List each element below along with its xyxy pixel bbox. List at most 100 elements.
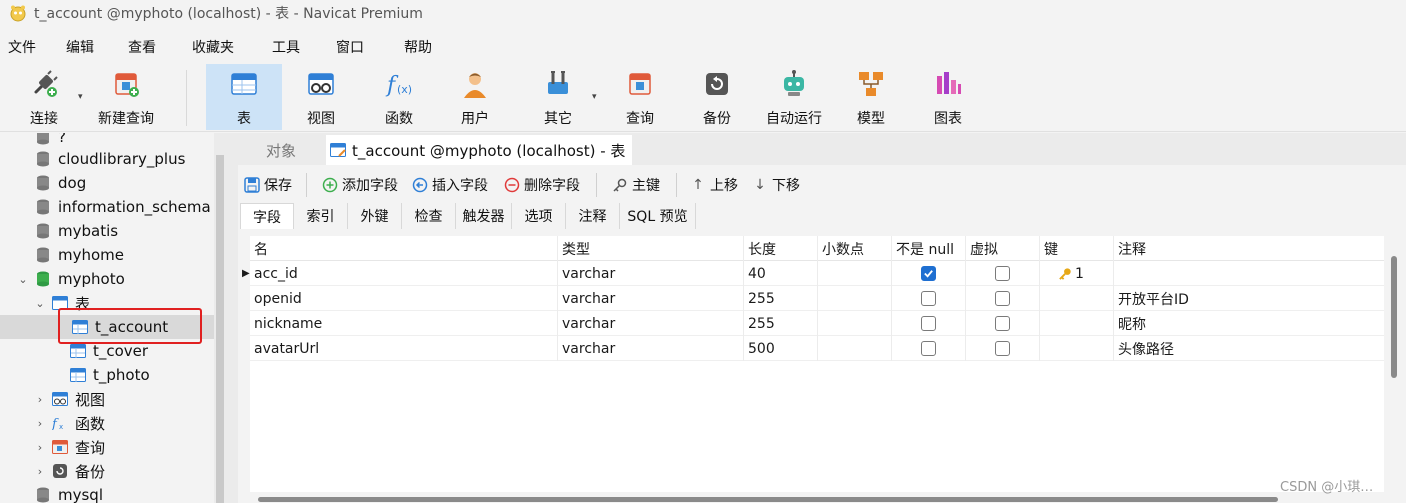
tree-db-information-schema[interactable]: information_schema [0,195,214,219]
field-name-cell[interactable]: openid [250,286,558,311]
tab-table-design[interactable]: t_account @myphoto (localhost) - 表 [326,135,632,165]
tree-db-dog[interactable]: dog [0,171,214,195]
field-comment-cell[interactable]: 昵称 [1114,311,1384,336]
not-null-checkbox[interactable] [921,291,936,306]
column-header-not-null[interactable]: 不是 null [892,236,966,261]
backup-button[interactable]: 备份 [686,64,748,130]
user-button[interactable]: 用户 [444,64,506,130]
tree-scrollbar[interactable] [214,133,238,503]
field-length-cell[interactable]: 500 [744,336,818,361]
field-decimal-cell[interactable] [818,286,892,311]
field-length-cell[interactable]: 255 [744,311,818,336]
query-button[interactable]: 查询 [608,64,672,130]
key-cell[interactable] [1040,336,1114,361]
delete-field-button[interactable]: 删除字段 [504,175,580,195]
subtab-checks[interactable]: 检查 [402,203,456,229]
chevron-right-icon[interactable]: › [34,417,46,430]
tree-db-cloudlibrary-plus[interactable]: cloudlibrary_plus [0,147,214,171]
key-cell[interactable] [1040,311,1114,336]
move-down-button[interactable]: ↓ 下移 [752,175,800,195]
model-button[interactable]: 模型 [840,64,902,130]
column-header-comment[interactable]: 注释 [1114,236,1384,261]
chevron-right-icon[interactable]: › [34,441,46,454]
grid-vertical-scrollbar[interactable] [1388,236,1402,494]
menu-tools[interactable]: 工具 [272,37,328,57]
table-row[interactable]: openid varchar 255 开放平台ID [250,286,1384,311]
field-length-cell[interactable]: 40 [744,261,818,286]
not-null-checkbox[interactable] [921,341,936,356]
chevron-right-icon[interactable]: › [34,465,46,478]
menu-favorites[interactable]: 收藏夹 [192,37,264,57]
chart-button[interactable]: 图表 [916,64,980,130]
subtab-options[interactable]: 选项 [512,203,566,229]
table-row[interactable]: avatarUrl varchar 500 头像路径 [250,336,1384,361]
function-button[interactable]: f (x) 函数 [368,64,430,130]
column-header-name[interactable]: 名 [250,236,558,261]
tree-table-t-photo[interactable]: t_photo [0,363,214,387]
insert-field-button[interactable]: 插入字段 [412,175,488,195]
field-type-cell[interactable]: varchar [558,336,744,361]
subtab-sql-preview[interactable]: SQL 预览 [620,203,696,229]
chevron-right-icon[interactable]: › [34,393,46,406]
tree-db-mybatis[interactable]: mybatis [0,219,214,243]
grid-horizontal-scrollbar[interactable] [250,494,1384,503]
field-comment-cell[interactable]: 头像路径 [1114,336,1384,361]
not-null-checkbox[interactable] [921,266,936,281]
field-comment-cell[interactable] [1114,261,1384,286]
scrollbar-thumb[interactable] [1391,256,1397,378]
field-name-cell[interactable]: nickname [250,311,558,336]
menu-help[interactable]: 帮助 [404,37,460,57]
virtual-checkbox[interactable] [995,316,1010,331]
tree-group-functions[interactable]: › fx 函数 [0,411,214,435]
field-decimal-cell[interactable] [818,336,892,361]
primary-key-button[interactable]: 主键 [612,175,660,195]
field-type-cell[interactable]: varchar [558,261,744,286]
tree-group-views[interactable]: › 视图 [0,387,214,411]
column-header-length[interactable]: 长度 [744,236,818,261]
menu-edit[interactable]: 编辑 [66,37,120,57]
menu-view[interactable]: 查看 [128,37,184,57]
virtual-checkbox[interactable] [995,341,1010,356]
table-button[interactable]: 表 [206,64,282,130]
field-comment-cell[interactable]: 开放平台ID [1114,286,1384,311]
table-row[interactable]: ▶ acc_id varchar 40 1 [242,261,1384,286]
field-decimal-cell[interactable] [818,311,892,336]
column-header-type[interactable]: 类型 [558,236,744,261]
field-length-cell[interactable]: 255 [744,286,818,311]
add-field-button[interactable]: 添加字段 [322,175,398,195]
column-header-virtual[interactable]: 虚拟 [966,236,1040,261]
tree-group-backups[interactable]: › 备份 [0,459,214,483]
subtab-triggers[interactable]: 触发器 [456,203,512,229]
not-null-checkbox[interactable] [921,316,936,331]
subtab-fields[interactable]: 字段 [240,203,294,229]
field-decimal-cell[interactable] [818,261,892,286]
table-row[interactable]: nickname varchar 255 昵称 [250,311,1384,336]
move-up-button[interactable]: ↑ 上移 [690,175,738,195]
menu-file[interactable]: 文件 [8,37,58,57]
column-header-key[interactable]: 键 [1040,236,1114,261]
subtab-foreign-keys[interactable]: 外键 [348,203,402,229]
scrollbar-thumb[interactable] [258,497,1278,502]
chevron-down-icon[interactable]: ⌄ [17,273,29,286]
tree-db-myhome[interactable]: myhome [0,243,214,267]
automation-button[interactable]: 自动运行 [760,64,828,130]
menu-window[interactable]: 窗口 [336,37,396,57]
field-type-cell[interactable]: varchar [558,286,744,311]
chevron-down-icon[interactable]: ⌄ [34,297,46,310]
field-name-cell[interactable]: acc_id [250,261,558,286]
new-query-button[interactable]: 新建查询 [92,64,160,130]
connect-dropdown-icon[interactable]: ▾ [78,92,86,102]
column-header-decimal[interactable]: 小数点 [818,236,892,261]
tree-db-myphoto[interactable]: ⌄ myphoto [0,267,214,291]
virtual-checkbox[interactable] [995,291,1010,306]
connect-button[interactable]: 连接 [14,64,74,130]
virtual-checkbox[interactable] [995,266,1010,281]
subtab-comment[interactable]: 注释 [566,203,620,229]
field-name-cell[interactable]: avatarUrl [250,336,558,361]
field-type-cell[interactable]: varchar [558,311,744,336]
other-button[interactable]: 其它 [528,64,588,130]
tree-group-queries[interactable]: › 查询 [0,435,214,459]
key-cell[interactable]: 1 [1040,261,1114,286]
view-button[interactable]: 视图 [290,64,352,130]
other-dropdown-icon[interactable]: ▾ [592,92,600,102]
